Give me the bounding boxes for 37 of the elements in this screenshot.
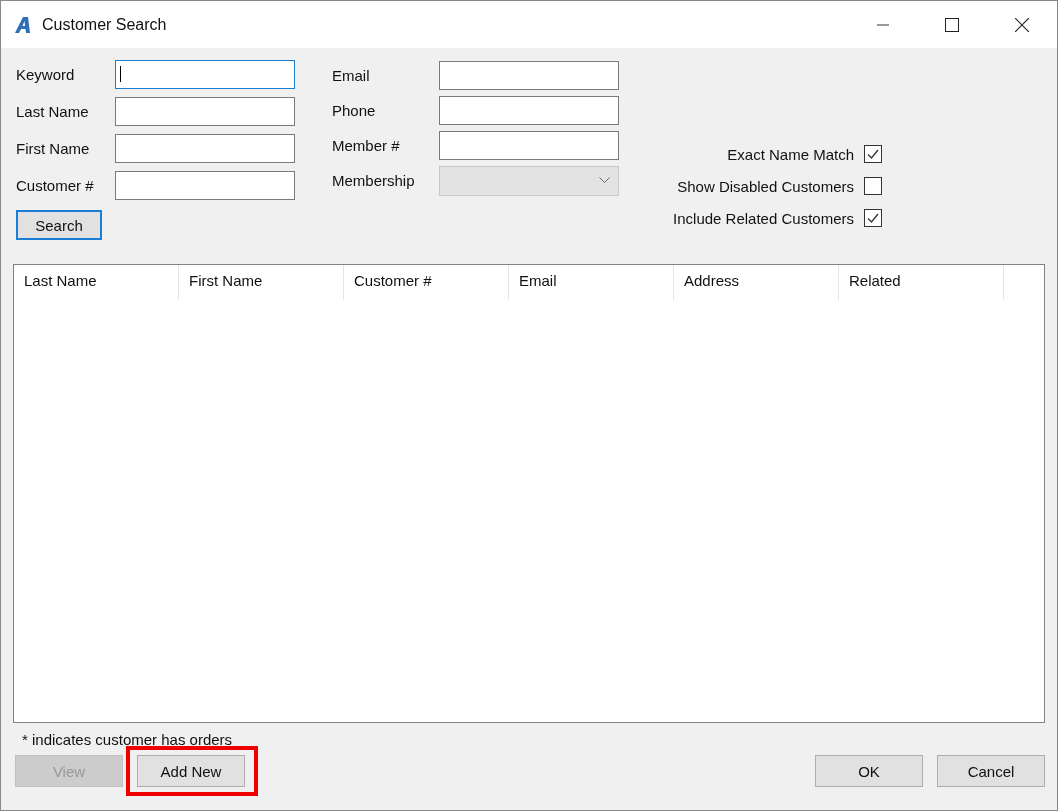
field-label: Keyword: [16, 66, 76, 83]
input-field[interactable]: [439, 131, 619, 160]
field-label: Phone: [332, 102, 377, 119]
field-label: Membership: [332, 172, 416, 189]
window-title: Customer Search: [42, 15, 167, 34]
field-label: Customer #: [16, 177, 95, 194]
maximize-icon[interactable]: [945, 17, 959, 32]
orders-note: * indicates customer has orders: [21, 730, 234, 749]
chevron-down-icon: [599, 177, 610, 184]
column-header[interactable]: Customer #: [344, 265, 509, 300]
column-header[interactable]: Email: [509, 265, 674, 300]
column-header[interactable]: Address: [674, 265, 839, 300]
close-icon[interactable]: [1015, 17, 1029, 32]
checkbox[interactable]: [864, 177, 882, 195]
action-button[interactable]: Add New: [137, 755, 245, 787]
field-label: Member #: [332, 137, 401, 154]
field-label: Last Name: [16, 103, 90, 120]
column-header[interactable]: Last Name: [14, 265, 179, 300]
input-field[interactable]: [115, 60, 295, 89]
checkbox[interactable]: [864, 209, 882, 227]
field-label: Email: [332, 67, 371, 84]
checkbox-label: Show Disabled Customers: [677, 177, 854, 195]
checkbox[interactable]: [864, 145, 882, 163]
column-header[interactable]: First Name: [179, 265, 344, 300]
input-field[interactable]: [115, 171, 295, 200]
dialog-button[interactable]: Cancel: [937, 755, 1045, 787]
search-button[interactable]: Search: [16, 210, 102, 240]
minimize-icon[interactable]: [877, 23, 889, 26]
checkbox-label: Include Related Customers: [673, 209, 854, 227]
dialog-button[interactable]: OK: [815, 755, 923, 787]
input-field[interactable]: [115, 134, 295, 163]
checkbox-label: Exact Name Match: [727, 145, 854, 163]
field-label: First Name: [16, 140, 91, 157]
input-field[interactable]: [115, 97, 295, 126]
input-field[interactable]: [439, 96, 619, 125]
input-field[interactable]: [439, 61, 619, 90]
column-header[interactable]: Related: [839, 265, 1004, 300]
